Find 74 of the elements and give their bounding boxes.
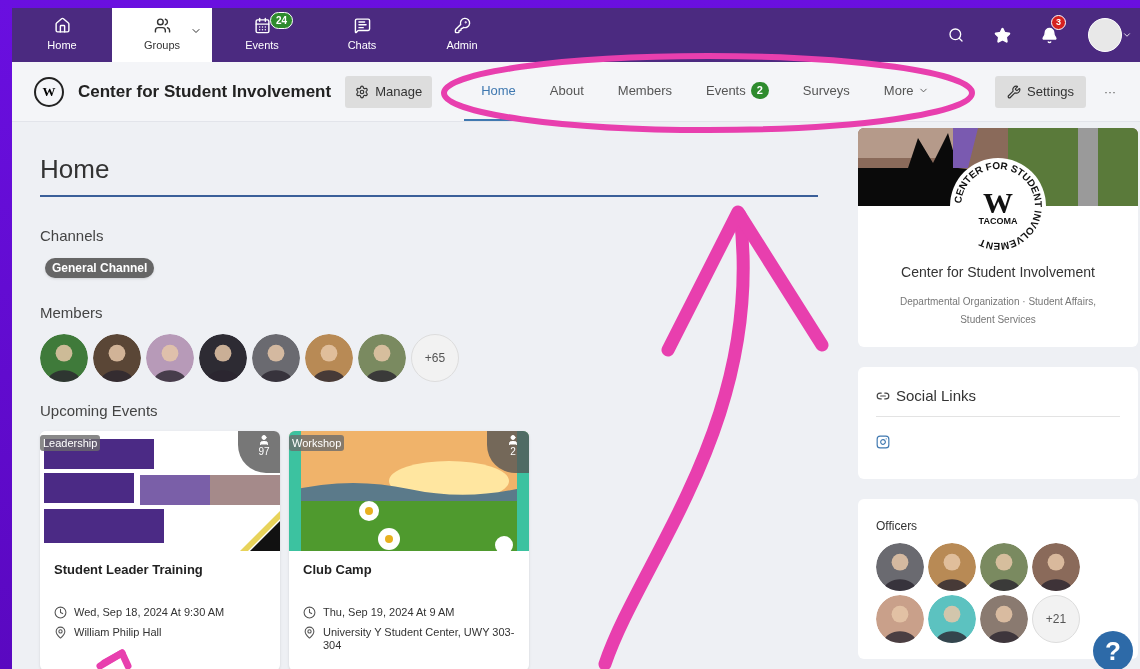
bell-icon[interactable] [1041, 26, 1058, 44]
caret-icon [1122, 30, 1132, 40]
star-icon[interactable] [994, 26, 1011, 44]
avatar[interactable] [876, 595, 924, 643]
avatar[interactable] [1032, 543, 1080, 591]
avatar[interactable] [146, 334, 194, 382]
nav-icon [353, 16, 371, 34]
annotation-arrow [96, 649, 132, 669]
instagram-icon[interactable] [876, 434, 890, 449]
avatar[interactable] [199, 334, 247, 382]
section-heading: Members [40, 302, 104, 323]
nav-icon [53, 16, 71, 34]
avatar[interactable] [305, 334, 353, 382]
attendee-count-badge: 2 [487, 430, 529, 473]
group-tab[interactable]: Members [600, 62, 689, 121]
user-avatar[interactable] [1088, 18, 1122, 52]
event-title: Club Camp [302, 560, 373, 579]
count-badge: 2 [750, 82, 769, 99]
count-badge: 24 [270, 12, 294, 29]
clock-icon [303, 605, 316, 619]
group-tab[interactable]: More [866, 62, 947, 121]
location-icon [54, 625, 67, 639]
event-location: University Y Student Center, UWY 303-304 [323, 625, 515, 652]
event-card[interactable]: Workshop 2 Club Camp Thu, Sep 19, 2024 At 9 AM University Y Student Center, UWY 303-304 [289, 430, 529, 669]
settings-button[interactable]: Settings [995, 75, 1086, 108]
event-title: Student Leader Training [53, 560, 204, 579]
channel-tag[interactable]: General Channel [45, 257, 155, 278]
avatar[interactable] [40, 334, 88, 382]
section-heading: Upcoming Events [40, 401, 159, 421]
nav-tab[interactable]: Chats [312, 8, 412, 62]
organization-description: Departmental Organization · Student Affairs, Student Services [899, 295, 1097, 327]
group-tab[interactable]: Surveys [785, 62, 867, 121]
person-icon [258, 433, 270, 446]
group-tab[interactable]: About [532, 62, 601, 121]
avatar[interactable] [252, 334, 300, 382]
page-title: Home [40, 150, 818, 197]
nav-icon [253, 16, 271, 34]
attendee-count-badge: 97 [238, 430, 280, 473]
organization-name: Center for Student Involvement [901, 263, 1095, 282]
event-date: Thu, Sep 19, 2024 At 9 AM [323, 605, 455, 620]
avatar[interactable] [876, 543, 924, 591]
card-heading: Social Links [896, 386, 977, 406]
nav-tab[interactable]: Events 24 [212, 8, 312, 62]
avatar[interactable] [93, 334, 141, 382]
clock-icon [54, 605, 67, 619]
avatar[interactable] [980, 543, 1028, 591]
wrench-icon [1007, 84, 1021, 99]
person-icon [507, 433, 519, 446]
avatar[interactable] [358, 334, 406, 382]
event-location: William Philip Hall [74, 625, 162, 639]
nav-icon [153, 16, 171, 34]
more-button[interactable]: ··· [1104, 82, 1116, 101]
gear-icon [355, 84, 370, 99]
group-title: Center for Student Involvement [78, 80, 332, 103]
section-heading: Channels [40, 226, 105, 246]
avatar[interactable] [928, 595, 976, 643]
card-heading: Officers [876, 518, 919, 535]
nav-tab[interactable]: Home [12, 8, 112, 62]
search-icon[interactable] [948, 27, 964, 43]
location-icon [303, 625, 316, 639]
nav-icon [453, 16, 471, 34]
notification-badge: 3 [1051, 14, 1066, 30]
group-tab[interactable]: Home [464, 62, 533, 121]
nav-tab[interactable]: Admin [412, 8, 512, 62]
more-members-button[interactable]: +65 [411, 334, 459, 382]
avatar[interactable] [928, 543, 976, 591]
event-date: Wed, Sep 18, 2024 At 9:30 AM [74, 605, 225, 620]
manage-button[interactable]: Manage [345, 75, 433, 108]
event-card[interactable]: Leadership 97 Student Leader Training Wed, Sep 18, 2024 At 9:30 AM William Philip Hall [40, 430, 280, 669]
group-logo: W [34, 76, 64, 107]
more-officers-button[interactable]: +21 [1032, 595, 1080, 643]
group-tab[interactable]: Events 2 [689, 62, 786, 121]
avatar[interactable] [980, 595, 1028, 643]
nav-tab[interactable]: Groups [112, 8, 212, 62]
